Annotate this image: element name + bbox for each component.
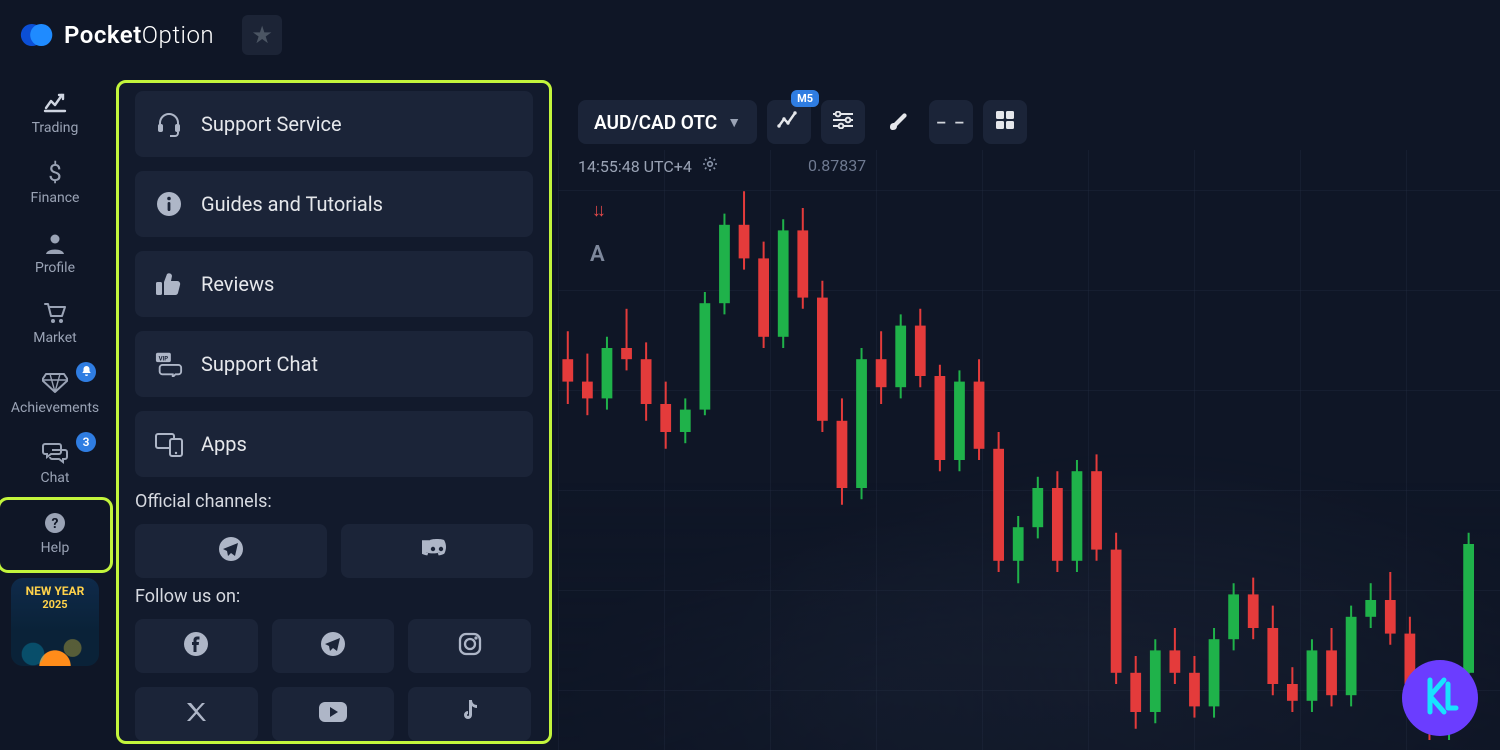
favorite-star-button[interactable]: ★ xyxy=(242,15,282,55)
gear-icon[interactable] xyxy=(702,156,718,176)
vip-chat-icon: VIP xyxy=(155,350,183,378)
svg-text:VIP: VIP xyxy=(159,355,169,362)
social-tiktok[interactable] xyxy=(408,687,531,741)
sidebar-item-trading[interactable]: Trading xyxy=(0,80,110,150)
sidebar-item-label: Achievements xyxy=(11,400,99,416)
chart-price-label: 0.87837 xyxy=(808,156,866,175)
price-chart[interactable]: 14:55:48 UTC+4 0.87837 ↓↓ A xyxy=(558,150,1500,750)
layout-grid-button[interactable] xyxy=(983,100,1027,144)
help-item-guides[interactable]: Guides and Tutorials xyxy=(135,171,533,237)
brand-name: PocketOption xyxy=(64,21,214,49)
chart-timestamp: 14:55:48 UTC+4 xyxy=(578,157,692,176)
help-item-label: Reviews xyxy=(201,272,274,296)
help-item-label: Support Service xyxy=(201,112,342,136)
info-icon xyxy=(155,190,183,218)
help-item-support-chat[interactable]: VIP Support Chat xyxy=(135,331,533,397)
social-youtube[interactable] xyxy=(272,687,395,741)
help-item-label: Support Chat xyxy=(201,352,318,376)
channel-discord[interactable] xyxy=(341,524,533,578)
diamond-icon xyxy=(42,370,68,396)
sidebar-item-label: Finance xyxy=(31,190,80,206)
help-item-label: Apps xyxy=(201,432,247,456)
tiktok-icon xyxy=(459,699,481,730)
sidebar-rail: Trading $ Finance Profile Market Achieve… xyxy=(0,70,110,750)
dashes-icon: – – xyxy=(936,113,966,132)
star-icon: ★ xyxy=(251,21,273,49)
drawing-brush-button[interactable] xyxy=(875,100,919,144)
telegram-icon xyxy=(320,631,346,662)
social-instagram[interactable] xyxy=(408,619,531,673)
brush-icon xyxy=(886,109,908,135)
official-channels-title: Official channels: xyxy=(135,491,533,512)
sidebar-item-help[interactable]: ? Help xyxy=(0,500,110,570)
more-dashes-button[interactable]: – – xyxy=(929,100,973,144)
x-icon xyxy=(184,700,208,729)
question-icon: ? xyxy=(44,510,66,536)
dollar-icon: $ xyxy=(48,160,62,186)
sidebar-item-label: Chat xyxy=(40,470,69,486)
headset-icon xyxy=(155,110,183,138)
chart-timestamp-row: 14:55:48 UTC+4 xyxy=(578,156,718,176)
social-x[interactable] xyxy=(135,687,258,741)
promo-new-year[interactable]: NEW YEAR 2025 xyxy=(11,578,99,666)
help-item-apps[interactable]: Apps xyxy=(135,411,533,477)
brand-logo[interactable]: PocketOption xyxy=(20,18,214,52)
youtube-icon xyxy=(318,701,348,728)
telegram-icon xyxy=(218,536,244,567)
discord-icon xyxy=(422,537,452,566)
sidebar-item-market[interactable]: Market xyxy=(0,290,110,360)
asset-label: AUD/CAD OTC xyxy=(594,111,717,134)
facebook-icon xyxy=(183,631,209,662)
settings-sliders-button[interactable] xyxy=(821,100,865,144)
kc-logo-icon xyxy=(1418,674,1462,722)
channel-telegram[interactable] xyxy=(135,524,327,578)
sidebar-item-label: Profile xyxy=(35,260,75,276)
help-item-reviews[interactable]: Reviews xyxy=(135,251,533,317)
chart-toolbar: AUD/CAD OTC ▼ M5 – – xyxy=(578,100,1027,144)
sidebar-item-profile[interactable]: Profile xyxy=(0,220,110,290)
sidebar-item-label: Help xyxy=(41,540,70,556)
sliders-icon xyxy=(832,111,854,133)
svg-text:?: ? xyxy=(52,516,59,532)
bell-icon xyxy=(81,365,92,380)
social-telegram[interactable] xyxy=(272,619,395,673)
official-channels-grid xyxy=(135,524,533,578)
devices-icon xyxy=(155,430,183,458)
count-badge: 3 xyxy=(76,432,96,452)
chevron-down-icon: ▼ xyxy=(727,114,741,131)
sidebar-item-finance[interactable]: $ Finance xyxy=(0,150,110,220)
comments-icon xyxy=(42,440,68,466)
help-item-support-service[interactable]: Support Service xyxy=(135,91,533,157)
thumbs-up-icon xyxy=(155,270,183,298)
promo-year: 2025 xyxy=(42,598,67,611)
notification-badge xyxy=(76,362,96,382)
sidebar-item-achievements[interactable]: Achievements xyxy=(0,360,110,430)
cart-icon xyxy=(43,300,67,326)
follow-title: Follow us on: xyxy=(135,586,533,607)
grid-icon xyxy=(995,110,1015,134)
indicators-button[interactable]: M5 xyxy=(767,100,811,144)
follow-grid xyxy=(135,619,533,741)
sidebar-item-chat[interactable]: Chat 3 xyxy=(0,430,110,500)
user-icon xyxy=(45,230,65,256)
timeframe-badge: M5 xyxy=(791,90,819,107)
chart-line-icon xyxy=(43,90,67,116)
sidebar-item-label: Trading xyxy=(32,120,79,136)
app-header: PocketOption ★ xyxy=(0,0,1500,70)
help-panel: Support Service Guides and Tutorials Rev… xyxy=(116,80,552,744)
help-item-label: Guides and Tutorials xyxy=(201,192,383,216)
logo-mark-icon xyxy=(20,18,54,52)
kc-floating-button[interactable] xyxy=(1402,660,1478,736)
social-facebook[interactable] xyxy=(135,619,258,673)
instagram-icon xyxy=(457,631,483,662)
indicator-icon xyxy=(777,110,801,134)
candlestick-series xyxy=(558,180,1498,740)
asset-selector[interactable]: AUD/CAD OTC ▼ xyxy=(578,100,757,144)
fireworks-icon xyxy=(11,612,99,666)
promo-title: NEW YEAR xyxy=(26,584,85,598)
sidebar-item-label: Market xyxy=(33,330,77,346)
